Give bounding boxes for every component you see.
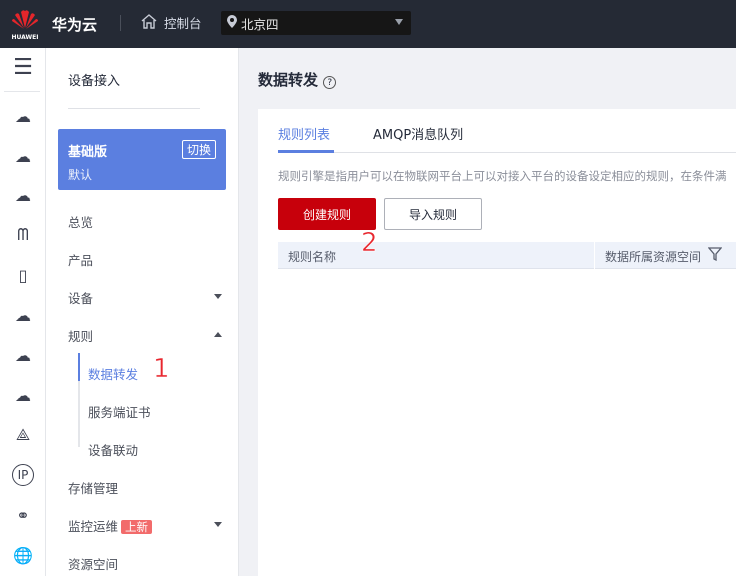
chevron-down-icon[interactable]	[214, 294, 222, 299]
sidebar-subitem-data-forwarding[interactable]: 数据转发	[88, 364, 138, 383]
active-indicator	[78, 353, 80, 381]
brand-name[interactable]: 华为云	[52, 14, 97, 35]
annotation-step-1: 1	[153, 354, 170, 385]
description-text: 规则引擎是指用户可以在物联网平台上可以对接入平台的设备设定相应的规则，在条件满	[278, 169, 727, 183]
location-pin-icon	[227, 15, 237, 31]
sidebar-item-product[interactable]: 产品	[68, 250, 93, 269]
region-select[interactable]: 北京四	[221, 11, 411, 35]
sidebar-item-resource-space[interactable]: 资源空间	[68, 554, 118, 573]
cloud-more-icon[interactable]: ☁	[12, 145, 34, 167]
chevron-down-icon	[395, 19, 403, 25]
tab-amqp-queue[interactable]: AMQP消息队列	[373, 124, 463, 143]
tab-divider	[278, 152, 736, 153]
sidebar-item-monitoring[interactable]: 监控运维 上新	[68, 516, 153, 535]
cloud-gauge-icon[interactable]: ☁	[12, 384, 34, 406]
console-link[interactable]: 控制台	[140, 13, 202, 32]
globe-icon[interactable]: 🌐	[12, 544, 34, 566]
pyramid-icon[interactable]: ⟁	[12, 424, 34, 446]
sidebar-item-rule[interactable]: 规则	[68, 326, 93, 345]
new-badge: 上新	[121, 520, 153, 534]
region-value: 北京四	[241, 16, 279, 32]
cloud-storage-icon[interactable]: ☁	[12, 184, 34, 206]
page-title-text: 数据转发	[258, 71, 319, 89]
edition-name: 基础版	[68, 145, 108, 160]
chevron-up-icon[interactable]	[214, 332, 222, 337]
column-divider	[594, 242, 595, 269]
sidebar-item-overview[interactable]: 总览	[68, 212, 93, 231]
tab-rule-list[interactable]: 规则列表	[278, 124, 330, 143]
sidebar-item-device[interactable]: 设备	[68, 288, 93, 307]
service-icon-rail: ☰ ☁ ☁ ☁ ᗰ ▯ ☁ ☁ ☁ ⟁ IP ⚭ 🌐	[0, 48, 46, 576]
column-header-rule-name: 规则名称	[288, 250, 337, 264]
divider	[120, 15, 121, 31]
home-icon	[140, 13, 158, 32]
cloud-icon[interactable]: ☁	[12, 304, 34, 326]
table-header: 规则名称 数据所属资源空间	[278, 242, 736, 269]
sidebar-title: 设备接入	[68, 74, 121, 89]
filter-icon[interactable]	[707, 247, 723, 264]
top-bar: HUAWEI 华为云 控制台 北京四	[0, 0, 736, 48]
active-tab-indicator	[278, 150, 334, 153]
page-title: 数据转发 ?	[258, 69, 337, 90]
instance-name: 默认	[68, 168, 93, 182]
huawei-logo[interactable]: HUAWEI	[10, 8, 40, 42]
sidebar: 设备接入 基础版 切换 默认 总览 产品 设备 规则 数据转发 服务端证书 设备…	[46, 48, 239, 576]
divider	[4, 91, 40, 92]
edition-card: 基础版 切换 默认	[58, 129, 226, 190]
divider	[68, 108, 200, 109]
sidebar-item-storage[interactable]: 存储管理	[68, 478, 118, 497]
cluster-icon[interactable]: ⚭	[12, 504, 34, 526]
console-label: 控制台	[164, 16, 202, 31]
cloud-upload-icon[interactable]: ☁	[12, 344, 34, 366]
sidebar-subitem-server-cert[interactable]: 服务端证书	[88, 402, 151, 421]
switch-edition-button[interactable]: 切换	[181, 140, 216, 159]
import-rule-button[interactable]: 导入规则	[384, 198, 482, 230]
menu-icon[interactable]: ☰	[12, 55, 34, 80]
column-header-resource-space: 数据所属资源空间	[605, 250, 702, 264]
ip-icon[interactable]: IP	[12, 464, 34, 486]
logo-text: HUAWEI	[11, 34, 39, 41]
signal-wave-icon[interactable]: ᗰ	[12, 224, 34, 246]
chevron-down-icon[interactable]	[214, 522, 222, 527]
cloud-device-icon[interactable]: ☁	[12, 105, 34, 127]
help-icon[interactable]: ?	[323, 76, 337, 89]
mobile-device-icon[interactable]: ▯	[12, 264, 34, 286]
content-panel: 规则列表 AMQP消息队列 规则引擎是指用户可以在物联网平台上可以对接入平台的设…	[258, 109, 736, 576]
monitoring-label: 监控运维	[68, 519, 119, 534]
annotation-step-2: 2	[361, 228, 378, 259]
sidebar-subitem-device-linkage[interactable]: 设备联动	[88, 440, 138, 459]
create-rule-button[interactable]: 创建规则	[278, 198, 376, 230]
